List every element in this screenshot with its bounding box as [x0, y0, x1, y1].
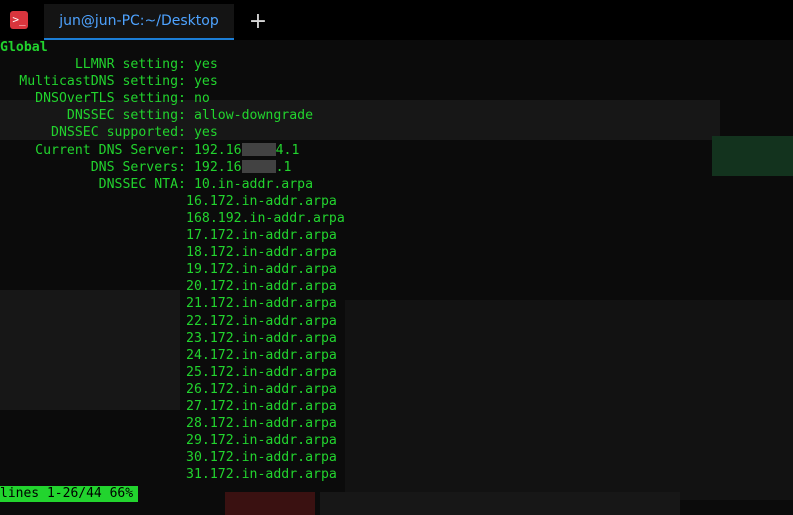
setting-value: yes	[193, 125, 218, 141]
pager-status-line: lines 1-26/44 66%	[0, 486, 139, 502]
backdrop-bottom-bar	[320, 492, 680, 515]
setting-row: DNSSEC NTA: 10.in-addr.arpa	[0, 176, 793, 193]
terminal-app-icon[interactable]: >_	[10, 11, 28, 29]
setting-row: DNSSEC setting: allow-downgrade	[0, 107, 793, 124]
setting-key: MulticastDNS setting:	[19, 74, 186, 90]
setting-value: 192.16 4.1	[193, 142, 300, 158]
new-tab-button[interactable]: +	[240, 4, 276, 38]
nta-entry: 17.172.in-addr.arpa	[186, 228, 337, 244]
setting-row: DNS Servers: 192.16.1	[0, 159, 793, 176]
setting-value: yes	[193, 74, 218, 90]
nta-entry: 28.172.in-addr.arpa	[186, 416, 337, 432]
setting-row: MulticastDNS setting: yes	[0, 73, 793, 90]
nta-entry: 168.192.in-addr.arpa	[186, 210, 345, 226]
redaction-mask	[241, 143, 276, 157]
setting-value: yes	[193, 57, 218, 73]
setting-key: DNSSEC supported:	[51, 125, 186, 141]
setting-value: 10.in-addr.arpa	[193, 176, 314, 192]
section-header: Global	[0, 40, 48, 55]
nta-entry: 20.172.in-addr.arpa	[186, 279, 337, 295]
nta-entry: 24.172.in-addr.arpa	[186, 347, 337, 363]
nta-entry: 21.172.in-addr.arpa	[186, 296, 337, 312]
redaction-mask	[241, 160, 276, 174]
setting-row: Current DNS Server: 192.16 4.1	[0, 142, 793, 159]
nta-entry: 16.172.in-addr.arpa	[186, 193, 337, 209]
tab-terminal[interactable]: jun@jun-PC:~/Desktop	[44, 4, 234, 40]
setting-key: DNSSEC NTA:	[98, 176, 186, 192]
nta-entry: 23.172.in-addr.arpa	[186, 330, 337, 346]
setting-key: DNSSEC setting:	[66, 108, 186, 124]
nta-entry: 31.172.in-addr.arpa	[186, 467, 337, 483]
nta-entry: 18.172.in-addr.arpa	[186, 245, 337, 261]
setting-row: LLMNR setting: yes	[0, 56, 793, 73]
setting-key: LLMNR setting:	[74, 57, 186, 73]
nta-entry: 26.172.in-addr.arpa	[186, 381, 337, 397]
setting-value: no	[193, 91, 210, 107]
nta-entry: 30.172.in-addr.arpa	[186, 450, 337, 466]
nta-entry: 29.172.in-addr.arpa	[186, 433, 337, 449]
nta-entry: 19.172.in-addr.arpa	[186, 262, 337, 278]
setting-value: allow-downgrade	[193, 108, 314, 124]
setting-row: DNSOverTLS setting: no	[0, 90, 793, 107]
setting-key: DNS Servers:	[90, 159, 186, 175]
nta-entry: 22.172.in-addr.arpa	[186, 313, 337, 329]
setting-key: DNSOverTLS setting:	[35, 91, 186, 107]
title-bar: >_ jun@jun-PC:~/Desktop +	[0, 0, 793, 40]
backdrop-red-button	[225, 492, 315, 515]
setting-row: DNSSEC supported: yes	[0, 124, 793, 141]
nta-entry: 27.172.in-addr.arpa	[186, 398, 337, 414]
terminal-output[interactable]: Global LLMNR setting: yes MulticastDNS s…	[0, 39, 793, 483]
nta-entry: 25.172.in-addr.arpa	[186, 364, 337, 380]
setting-value: 192.16.1	[193, 159, 292, 175]
setting-key: Current DNS Server:	[35, 142, 186, 158]
